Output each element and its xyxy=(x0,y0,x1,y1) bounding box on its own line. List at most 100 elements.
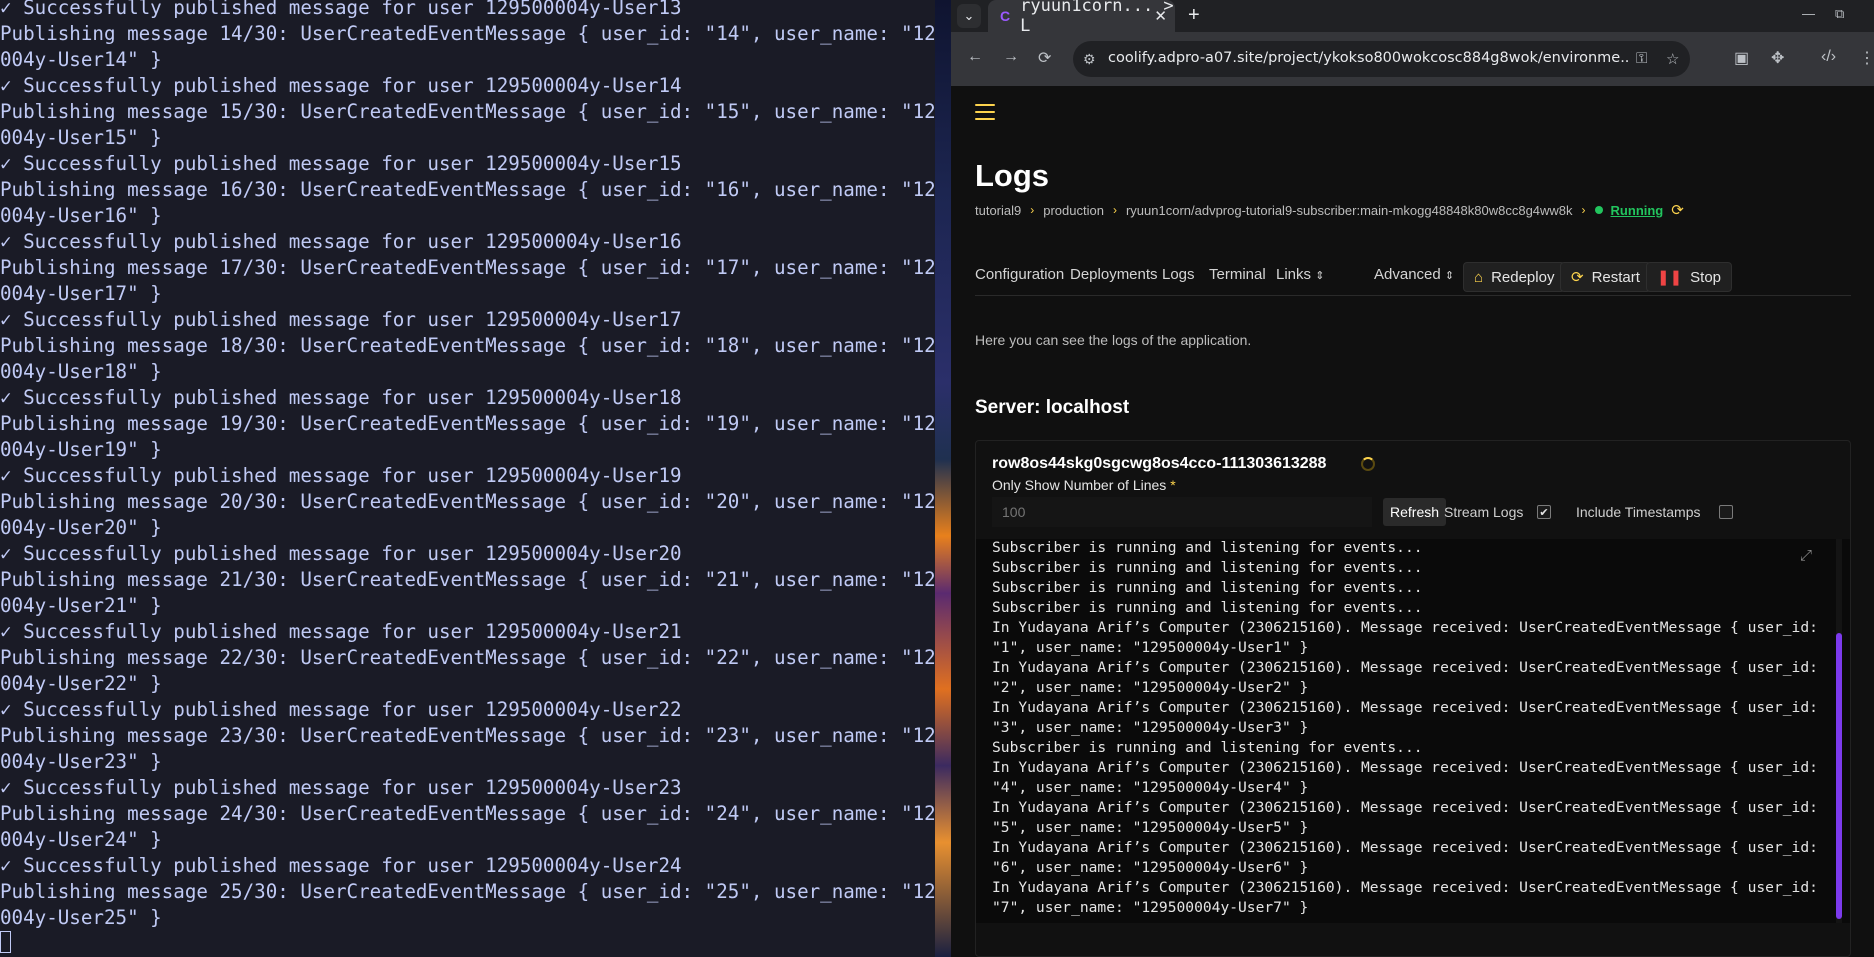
tab-logs[interactable]: Logs xyxy=(1162,266,1195,283)
terminal-line: 004y-User20" } xyxy=(0,516,162,539)
chevron-down-icon: ⌄ xyxy=(963,8,975,23)
browser-window: ⌄ C ryuun1corn... > L ✕ + — ⧉ ← → ⟳ ⚙ co… xyxy=(951,0,1874,957)
terminal-line: ✓ Successfully published message for use… xyxy=(0,776,682,799)
terminal-line: ✓ Successfully published message for use… xyxy=(0,542,682,565)
close-icon[interactable]: ✕ xyxy=(1154,7,1167,25)
redeploy-label: Redeploy xyxy=(1491,268,1555,286)
terminal-line: Publishing message 16/30: UserCreatedEve… xyxy=(0,178,935,201)
devtools-icon[interactable]: ‹/› xyxy=(1821,48,1836,66)
terminal-line: 004y-User22" } xyxy=(0,672,162,695)
terminal-line: Publishing message 21/30: UserCreatedEve… xyxy=(0,568,935,591)
terminal-output: ✓ Successfully published message for use… xyxy=(0,0,935,931)
log-lines: Subscriber is running and listening for … xyxy=(976,539,1818,918)
log-line: "4", user_name: "129500004y-User4" } xyxy=(992,779,1309,796)
terminal-line: ✓ Successfully published message for use… xyxy=(0,0,682,19)
terminal-line: 004y-User25" } xyxy=(0,906,162,929)
terminal-line: ✓ Successfully published message for use… xyxy=(0,698,682,721)
terminal-line: ✓ Successfully published message for use… xyxy=(0,308,682,331)
terminal-window[interactable]: ✓ Successfully published message for use… xyxy=(0,0,935,957)
puzzle-icon[interactable]: ✥ xyxy=(1771,48,1784,68)
terminal-line: 004y-User16" } xyxy=(0,204,162,227)
chevron-up-down-icon: ⇕ xyxy=(1444,270,1455,282)
extension-icon[interactable]: ▣ xyxy=(1734,48,1749,68)
log-line: Subscriber is running and listening for … xyxy=(992,559,1423,576)
expand-icon[interactable]: ⤢ xyxy=(1800,547,1812,564)
tab-links-label: Links xyxy=(1276,266,1312,283)
tab-terminal[interactable]: Terminal xyxy=(1209,266,1266,283)
tab-deployments[interactable]: Deployments xyxy=(1070,266,1158,283)
terminal-line: 004y-User17" } xyxy=(0,282,162,305)
star-icon[interactable]: ☆ xyxy=(1666,50,1679,68)
status-badge[interactable]: Running xyxy=(1611,203,1664,218)
include-timestamps-checkbox[interactable] xyxy=(1719,505,1733,519)
hamburger-menu-icon[interactable] xyxy=(975,104,995,120)
log-line: "2", user_name: "129500004y-User2" } xyxy=(992,679,1309,696)
terminal-line: 004y-User15" } xyxy=(0,126,162,149)
log-line: "7", user_name: "129500004y-User7" } xyxy=(992,899,1309,916)
terminal-cursor xyxy=(0,931,11,953)
tab-links[interactable]: Links ⇕ xyxy=(1276,266,1324,283)
refresh-button[interactable]: Refresh xyxy=(1383,498,1447,526)
forward-icon[interactable]: → xyxy=(1003,48,1019,66)
chevron-right-icon: › xyxy=(1581,203,1586,217)
restart-label: Restart xyxy=(1591,268,1640,286)
tab-bar: ⌄ C ryuun1corn... > L ✕ + — ⧉ xyxy=(951,0,1874,36)
stop-button[interactable]: ❚❚ Stop xyxy=(1646,262,1732,292)
lines-label-text: Only Show Number of Lines xyxy=(992,477,1167,493)
terminal-line: ✓ Successfully published message for use… xyxy=(0,74,682,97)
stream-logs-checkbox[interactable]: ✔ xyxy=(1537,505,1551,519)
terminal-line: Publishing message 20/30: UserCreatedEve… xyxy=(0,490,935,513)
tab-list-button[interactable]: ⌄ xyxy=(957,4,981,28)
redeploy-button[interactable]: ⌂ Redeploy xyxy=(1463,262,1566,292)
url-text[interactable]: coolify.adpro-a07.site/project/ykokso800… xyxy=(1108,50,1628,66)
tab-advanced[interactable]: Advanced ⇕ xyxy=(1374,266,1454,283)
log-line: "1", user_name: "129500004y-User1" } xyxy=(992,639,1309,656)
address-bar[interactable]: ⚙ coolify.adpro-a07.site/project/ykokso8… xyxy=(1073,41,1690,77)
loading-spinner-icon xyxy=(1361,457,1375,471)
more-menu-icon[interactable]: ⋮ xyxy=(1859,48,1874,68)
breadcrumb-item-resource[interactable]: ryuun1corn/advprog-tutorial9-subscriber:… xyxy=(1126,203,1573,218)
browser-tab-active[interactable]: C ryuun1corn... > L ✕ xyxy=(988,0,1175,36)
log-line: In Yudayana Arif’s Computer (2306215160)… xyxy=(992,659,1818,676)
status-dot-icon xyxy=(1594,206,1603,214)
maximize-icon[interactable]: ⧉ xyxy=(1835,6,1844,22)
log-line: Subscriber is running and listening for … xyxy=(992,539,1423,556)
breadcrumb-item-environment[interactable]: production xyxy=(1043,203,1104,218)
log-output[interactable]: Subscriber is running and listening for … xyxy=(976,539,1850,923)
breadcrumb-item-project[interactable]: tutorial9 xyxy=(975,203,1021,218)
tab-configuration[interactable]: Configuration xyxy=(975,266,1064,283)
log-line: In Yudayana Arif’s Computer (2306215160)… xyxy=(992,699,1818,716)
site-info-icon[interactable]: ⚙ xyxy=(1083,51,1096,68)
terminal-line: ✓ Successfully published message for use… xyxy=(0,620,682,643)
log-line: "5", user_name: "129500004y-User5" } xyxy=(992,819,1309,836)
log-line: "3", user_name: "129500004y-User3" } xyxy=(992,719,1309,736)
resource-nav: Configuration Deployments Logs Terminal … xyxy=(975,262,1851,296)
log-card: row8os44skg0sgcwg8os4cco-111303613288 On… xyxy=(975,440,1851,957)
new-tab-icon[interactable]: + xyxy=(1188,4,1200,27)
log-scrollbar-thumb[interactable] xyxy=(1836,633,1842,919)
lines-label: Only Show Number of Lines * xyxy=(992,477,1176,493)
terminal-line: Publishing message 15/30: UserCreatedEve… xyxy=(0,100,935,123)
reload-icon[interactable]: ⟳ xyxy=(1038,48,1051,68)
key-icon[interactable]: ⚿ xyxy=(1636,50,1647,67)
server-title: Server: localhost xyxy=(975,397,1130,418)
container-name: row8os44skg0sgcwg8os4cco-111303613288 xyxy=(992,455,1327,472)
terminal-line: Publishing message 18/30: UserCreatedEve… xyxy=(0,334,935,357)
terminal-line: 004y-User24" } xyxy=(0,828,162,851)
stop-label: Stop xyxy=(1690,268,1721,286)
terminal-line: Publishing message 17/30: UserCreatedEve… xyxy=(0,256,935,279)
lines-input[interactable] xyxy=(992,497,1372,527)
log-line: Subscriber is running and listening for … xyxy=(992,599,1423,616)
tag-icon: ⌂ xyxy=(1474,268,1484,286)
coolify-page: Logs tutorial9 › production › ryuun1corn… xyxy=(951,86,1874,957)
terminal-line: 004y-User18" } xyxy=(0,360,162,383)
terminal-line: Publishing message 19/30: UserCreatedEve… xyxy=(0,412,935,435)
chevron-up-down-icon: ⇕ xyxy=(1315,270,1325,282)
terminal-line: ✓ Successfully published message for use… xyxy=(0,464,682,487)
refresh-icon[interactable]: ⟳ xyxy=(1671,201,1684,219)
minimize-icon[interactable]: — xyxy=(1802,6,1815,21)
back-icon[interactable]: ← xyxy=(967,48,983,66)
stop-icon: ❚❚ xyxy=(1657,269,1683,286)
terminal-line: Publishing message 14/30: UserCreatedEve… xyxy=(0,22,935,45)
restart-button[interactable]: ⟳ Restart xyxy=(1560,262,1651,292)
